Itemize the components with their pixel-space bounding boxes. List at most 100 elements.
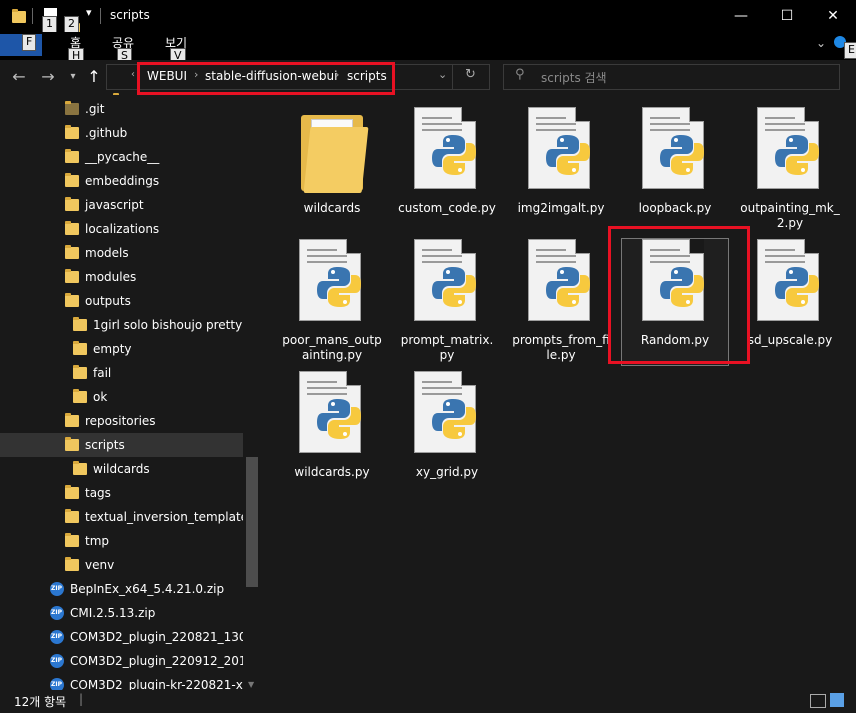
nav-item-label: localizations — [85, 222, 160, 236]
file-item[interactable]: sd_upscale.py — [737, 239, 843, 365]
folder-icon — [73, 365, 87, 379]
python-file-icon — [636, 107, 714, 197]
file-item[interactable]: loopback.py — [622, 107, 728, 233]
folder-icon — [65, 485, 79, 499]
nav-item-label: wildcards — [93, 462, 150, 476]
recent-dropdown-icon[interactable]: ▾ — [63, 66, 83, 86]
folder-icon — [65, 533, 79, 547]
file-item[interactable]: img2imgalt.py — [508, 107, 614, 233]
nav-item-label: modules — [85, 270, 137, 284]
nav-item[interactable]: .git — [0, 97, 243, 121]
folder-icon — [65, 437, 79, 451]
file-item[interactable]: outpainting_mk_2.py — [737, 107, 843, 233]
expand-ribbon-icon[interactable]: ⌄ — [816, 36, 826, 50]
chevron-right-icon[interactable]: › — [335, 68, 339, 81]
nav-item-label: models — [85, 246, 129, 260]
nav-item-label: empty — [93, 342, 132, 356]
chevron-left-icon[interactable]: ‹ — [131, 69, 135, 80]
nav-item[interactable]: tags — [0, 481, 243, 505]
nav-item[interactable]: __pycache__ — [0, 145, 243, 169]
nav-item[interactable]: localizations — [0, 217, 243, 241]
folder-icon — [293, 107, 371, 197]
file-item[interactable]: wildcards.py — [279, 371, 385, 497]
nav-item[interactable]: repositories — [0, 409, 243, 433]
zip-icon — [50, 654, 64, 668]
close-button[interactable]: ✕ — [810, 0, 856, 32]
up-button[interactable]: ↑ — [84, 66, 104, 86]
folder-icon — [73, 317, 87, 331]
file-item[interactable]: prompt_matrix.py — [394, 239, 500, 365]
file-name: custom_code.py — [398, 201, 496, 215]
divider — [100, 8, 101, 24]
nav-item-label: 1girl solo bishoujo pretty fa — [93, 318, 243, 332]
nav-scrollbar[interactable] — [244, 95, 260, 690]
zip-icon — [50, 582, 64, 596]
file-name: wildcards.py — [294, 465, 370, 479]
nav-item-label: ok — [93, 390, 108, 404]
nav-item-label: scripts — [85, 438, 125, 452]
nav-item-label: tmp — [85, 534, 110, 548]
nav-item[interactable]: embeddings — [0, 169, 243, 193]
nav-item[interactable]: COM3D2_plugin_220912_20103 — [0, 649, 243, 673]
nav-item[interactable]: outputs — [0, 289, 243, 313]
scrollbar-thumb[interactable] — [246, 457, 258, 587]
details-view-icon[interactable] — [810, 694, 826, 708]
keytip-1: 1 — [42, 16, 57, 33]
nav-item[interactable]: COM3D2_plugin_220821_13024 — [0, 625, 243, 649]
nav-item[interactable]: .github — [0, 121, 243, 145]
file-name: poor_mans_outpainting.py — [282, 333, 382, 362]
maximize-button[interactable]: ☐ — [764, 0, 810, 32]
file-name: sd_upscale.py — [747, 333, 833, 347]
nav-item-label: fail — [93, 366, 112, 380]
nav-item-label: textual_inversion_templates — [85, 510, 243, 524]
python-file-icon — [408, 371, 486, 461]
folder-icon — [65, 173, 79, 187]
nav-item[interactable]: models — [0, 241, 243, 265]
nav-item[interactable]: BepInEx_x64_5.4.21.0.zip — [0, 577, 243, 601]
search-icon: ⚲ — [515, 67, 525, 82]
nav-item[interactable]: fail — [0, 361, 243, 385]
forward-button[interactable]: → — [38, 66, 58, 86]
back-button[interactable]: ← — [9, 66, 29, 86]
folder-icon — [12, 9, 26, 23]
nav-item-label: COM3D2_plugin_220912_20103 — [70, 654, 243, 668]
folder-item[interactable]: wildcards — [279, 107, 385, 233]
large-icons-view-icon[interactable] — [830, 693, 844, 707]
nav-item[interactable]: 1girl solo bishoujo pretty fa — [0, 313, 243, 337]
chevron-down-icon[interactable]: ▾ — [86, 6, 92, 19]
file-name: img2imgalt.py — [517, 201, 605, 215]
file-name: xy_grid.py — [415, 465, 479, 479]
nav-item[interactable]: tmp — [0, 529, 243, 553]
python-file-icon — [293, 239, 371, 329]
nav-item-label: javascript — [85, 198, 144, 212]
nav-item[interactable]: javascript — [0, 193, 243, 217]
python-file-icon — [751, 239, 829, 329]
minimize-button[interactable]: — — [718, 0, 764, 32]
nav-item[interactable]: textual_inversion_templates — [0, 505, 243, 529]
keytip-help: E — [844, 42, 856, 59]
address-dropdown-icon[interactable]: ⌄ — [438, 68, 447, 81]
breadcrumb-item[interactable]: WEBUI — [147, 69, 187, 83]
file-item[interactable]: poor_mans_outpainting.py — [279, 239, 385, 365]
file-item[interactable]: prompts_from_file.py — [508, 239, 614, 365]
file-item[interactable]: custom_code.py — [394, 107, 500, 233]
nav-item[interactable]: CMI.2.5.13.zip — [0, 601, 243, 625]
nav-item[interactable]: scripts — [0, 433, 243, 457]
keytip-file: F — [22, 34, 37, 51]
divider — [452, 64, 453, 90]
nav-item[interactable]: ok — [0, 385, 243, 409]
python-file-icon — [408, 107, 486, 197]
nav-item[interactable]: venv — [0, 553, 243, 577]
scroll-down-icon[interactable]: ▼ — [248, 680, 254, 689]
zip-icon — [50, 606, 64, 620]
nav-item[interactable]: wildcards — [0, 457, 243, 481]
refresh-icon[interactable]: ↻ — [465, 67, 476, 82]
nav-item[interactable]: empty — [0, 337, 243, 361]
nav-item[interactable]: modules — [0, 265, 243, 289]
breadcrumb-item[interactable]: scripts — [347, 69, 387, 83]
nav-item-label: CMI.2.5.13.zip — [70, 606, 156, 620]
breadcrumb-item[interactable]: stable-diffusion-webui — [205, 69, 337, 83]
file-item[interactable]: xy_grid.py — [394, 371, 500, 497]
chevron-right-icon[interactable]: › — [194, 68, 198, 81]
search-input[interactable]: scripts 검색 — [541, 69, 607, 86]
